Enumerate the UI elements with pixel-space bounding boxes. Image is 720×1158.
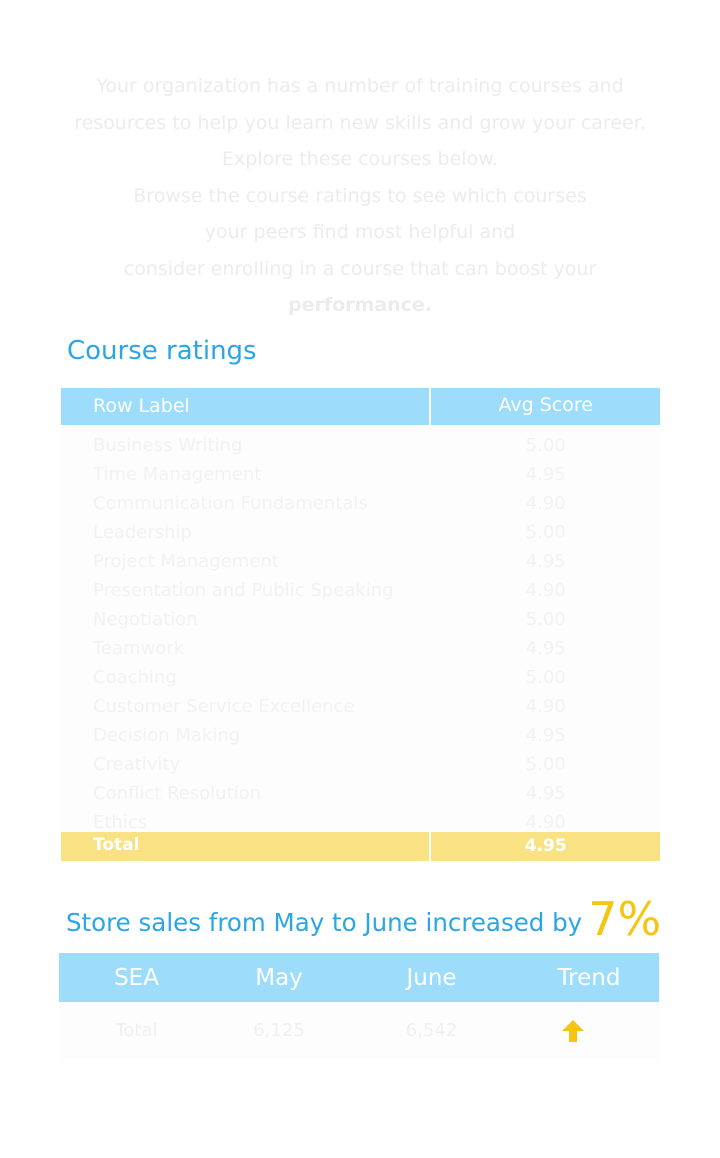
table-row[interactable]: Decision Making 4.95 [61,721,660,750]
table-header: Row Label Avg Score [61,388,660,425]
table-row[interactable]: Communication Fundamentals 4.90 [61,489,660,518]
row-score: 4.95 [525,464,566,485]
table-row[interactable]: Negotiation 5.00 [61,605,660,634]
intro-line: your peers find most helpful and [204,221,516,243]
table-row[interactable]: Leadership 5.00 [61,518,660,547]
arrow-up-icon [562,1019,584,1042]
sea-header[interactable]: SEA [59,953,214,1002]
table-row[interactable]: Customer Service Excellence 4.90 [61,692,660,721]
store-sales-table: SEA May June Trend Total 6,125 6,542 [59,953,659,1059]
course-ratings-title: Course ratings [67,336,257,366]
row-score: 4.95 [525,638,566,659]
row-score: 4.95 [525,783,566,804]
intro-line: performance. [287,294,433,316]
store-sales-title-text: Store sales from May to June increased b… [66,908,583,937]
trend-header[interactable]: Trend [519,953,659,1002]
row-score: 4.90 [525,580,566,601]
row-label: Decision Making [93,725,241,746]
row-label: Business Writing [93,435,243,456]
row-score: 5.00 [525,754,566,775]
trend-cell [519,1018,659,1044]
may-header[interactable]: May [214,953,344,1002]
table-row[interactable]: Presentation and Public Speaking 4.90 [61,576,660,605]
table-row[interactable]: Business Writing 5.00 [61,431,660,460]
row-label: Communication Fundamentals [93,493,368,514]
table-row[interactable]: Ethics 4.90 [61,808,660,837]
intro-line: resources to help you learn new skills a… [74,111,646,134]
row-label: Time Management [93,464,262,485]
june-cell: 6,542 [405,1020,458,1041]
table-row[interactable]: Coaching 5.00 [61,663,660,692]
sea-cell: Total [115,1020,158,1041]
row-score: 4.90 [525,696,566,717]
row-label: Creativity [93,754,181,775]
table-row[interactable]: Time Management 4.95 [61,460,660,489]
row-score: 4.95 [525,551,566,572]
intro-line: Browse the course ratings to see which c… [133,184,587,207]
row-label: Ethics [93,812,148,833]
row-score: 5.00 [525,435,566,456]
table-row[interactable]: Conflict Resolution 4.95 [61,779,660,808]
sales-table-row[interactable]: Total 6,125 6,542 [59,1002,659,1059]
may-cell: 6,125 [253,1020,305,1041]
row-label: Presentation and Public Speaking [93,580,394,601]
intro-text: Your organization has a number of traini… [60,68,660,324]
row-label: Coaching [93,667,177,688]
table-row[interactable]: Creativity 5.00 [61,750,660,779]
row-label-header[interactable]: Row Label [61,388,430,425]
table-row[interactable]: Teamwork 4.95 [61,634,660,663]
row-score: 4.90 [525,812,566,833]
store-sales-percent: 7% [588,892,662,946]
row-score: 5.00 [525,667,566,688]
row-label: Project Management [93,551,279,572]
row-label: Teamwork [93,638,185,659]
row-label: Negotiation [93,609,198,630]
row-label: Customer Service Excellence [93,696,355,717]
course-ratings-table: Row Label Avg Score Business Writing 5.00… [61,388,660,861]
intro-line: consider enrolling in a course that can … [123,257,597,280]
june-header[interactable]: June [344,953,519,1002]
row-score: 5.00 [525,522,566,543]
table-body: Business Writing 5.00 Time Management 4.95… [61,425,660,833]
row-label: Leadership [93,522,192,543]
row-label: Conflict Resolution [93,783,262,804]
sales-table-header: SEA May June Trend [59,953,659,1002]
table-row[interactable]: Project Management 4.95 [61,547,660,576]
row-score: 4.95 [525,725,566,746]
row-score: 4.90 [525,493,566,514]
row-score: 5.00 [525,609,566,630]
intro-line: Your organization has a number of traini… [96,75,624,97]
avg-score-header[interactable]: Avg Score [431,388,660,425]
store-sales-title: Store sales from May to June increased b… [66,888,661,946]
intro-line: Explore these courses below. [221,148,499,170]
